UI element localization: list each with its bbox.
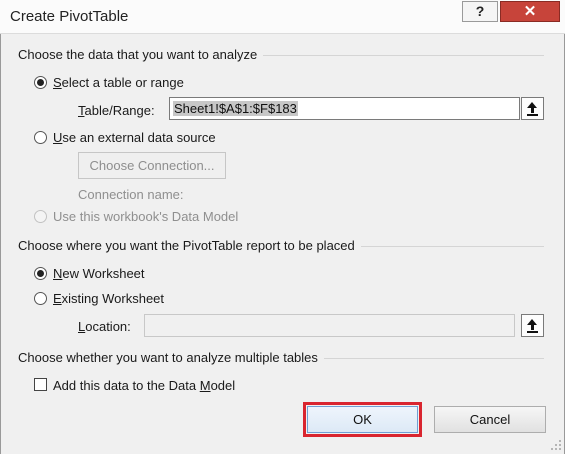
add-to-data-model-label[interactable]: Add this data to the Data Model bbox=[53, 378, 235, 393]
ok-button-highlight bbox=[303, 402, 422, 437]
dialog-title: Create PivotTable bbox=[10, 8, 129, 25]
location-collapse-button[interactable] bbox=[521, 314, 544, 337]
window-border-left bbox=[0, 34, 1, 454]
help-icon: ? bbox=[475, 3, 485, 19]
table-range-label: Table/Range: bbox=[78, 103, 155, 118]
table-range-input[interactable]: Sheet1!$A$1:$F$183 bbox=[169, 97, 520, 120]
close-icon: ✕ bbox=[523, 3, 537, 20]
location-label: Location: bbox=[78, 319, 131, 334]
new-worksheet-radio-label[interactable]: New Worksheet bbox=[53, 266, 145, 281]
table-range-radio-label[interactable]: Select a table or range bbox=[53, 75, 184, 90]
external-source-radio-label[interactable]: Use an external data source bbox=[53, 130, 216, 145]
data-model-radio[interactable] bbox=[34, 210, 47, 223]
existing-worksheet-radio[interactable] bbox=[34, 292, 47, 305]
source-section-heading: Choose the data that you want to analyze bbox=[18, 47, 264, 62]
title-bar: Create PivotTable ? ✕ bbox=[0, 0, 565, 34]
connection-name-label: Connection name: bbox=[78, 187, 184, 202]
location-input[interactable] bbox=[144, 314, 515, 337]
data-model-radio-label[interactable]: Use this workbook's Data Model bbox=[53, 209, 238, 224]
choose-connection-button[interactable]: Choose Connection... bbox=[78, 152, 226, 179]
table-range-radio[interactable] bbox=[34, 76, 47, 89]
placement-section-heading: Choose where you want the PivotTable rep… bbox=[18, 238, 361, 253]
multiple-section-heading: Choose whether you want to analyze multi… bbox=[18, 350, 324, 365]
help-button[interactable]: ? bbox=[462, 1, 498, 22]
new-worksheet-radio[interactable] bbox=[34, 267, 47, 280]
resize-grip[interactable] bbox=[550, 439, 562, 451]
external-source-radio[interactable] bbox=[34, 131, 47, 144]
existing-worksheet-radio-label[interactable]: Existing Worksheet bbox=[53, 291, 164, 306]
table-range-value: Sheet1!$A$1:$F$183 bbox=[173, 101, 298, 116]
cancel-button[interactable]: Cancel bbox=[434, 406, 546, 433]
close-button[interactable]: ✕ bbox=[500, 1, 560, 22]
table-range-collapse-button[interactable] bbox=[521, 97, 544, 120]
add-to-data-model-checkbox[interactable] bbox=[34, 378, 47, 391]
